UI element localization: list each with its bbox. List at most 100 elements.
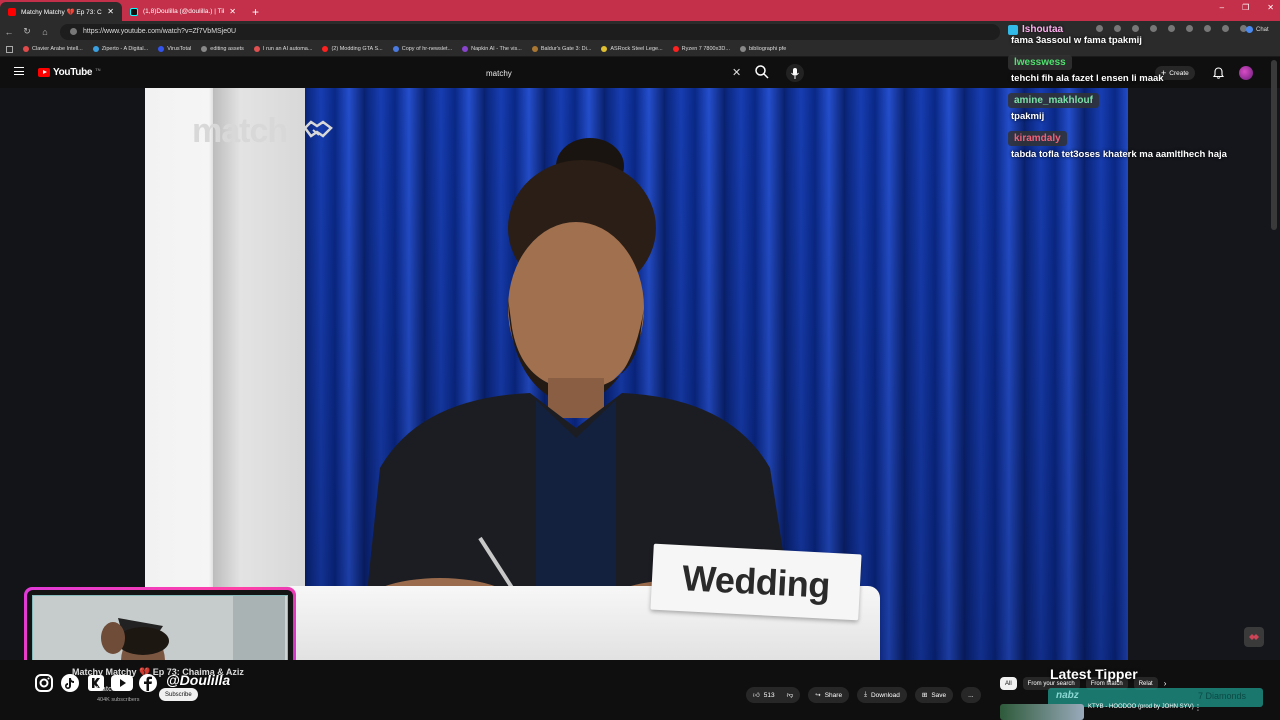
bookmark-item[interactable]: editing assets <box>201 46 244 52</box>
site-info-icon[interactable] <box>70 28 77 35</box>
bookmark-favicon-icon <box>201 46 208 52</box>
subscribe-button[interactable]: Subscribe <box>159 688 198 701</box>
bookmark-label: Baldur's Gate 3: Di... <box>540 46 592 52</box>
voice-search-button[interactable] <box>786 64 804 82</box>
bookmark-item[interactable]: (2) Modding GTA S... <box>322 46 383 52</box>
bookmark-favicon-icon <box>392 46 399 52</box>
more-actions-button[interactable]: ... <box>961 687 981 703</box>
bookmark-item[interactable]: Ryzen 7 7800x3D... <box>672 46 730 52</box>
name-card-text: Wedding <box>681 557 831 606</box>
bookmark-item[interactable]: ASRock Steel Lege... <box>601 46 663 52</box>
facebook-icon <box>137 672 159 694</box>
window-controls: – ❐ ✕ <box>1220 3 1274 12</box>
clear-search-icon[interactable]: ✕ <box>732 66 741 79</box>
chat-username: lwesswess <box>1008 55 1072 70</box>
download-button[interactable]: ⤓ Download <box>857 687 907 703</box>
youtube-favicon-icon <box>8 7 16 16</box>
name-card: Wedding <box>650 543 862 621</box>
close-tab-icon[interactable]: ✕ <box>229 7 236 16</box>
save-label: Save <box>931 691 947 699</box>
bookmark-item[interactable]: VirusTotal <box>158 46 191 52</box>
chat-button[interactable]: Chat <box>1246 26 1269 33</box>
bookmark-favicon-icon <box>462 46 469 52</box>
close-window-icon[interactable]: ✕ <box>1267 3 1274 12</box>
chat-text: fama 3assoul w fama tpakmij <box>1011 35 1142 46</box>
browser-tab-tiktok[interactable]: (1,8)Doulilla (@doulilla.) | TikTok ✕ <box>122 2 244 21</box>
dark-background <box>1128 88 1280 660</box>
bookmark-label: Clavier Arabe Intell... <box>32 46 83 52</box>
bookmark-item[interactable]: Clavier Arabe Intell... <box>23 46 83 52</box>
extension-icon[interactable] <box>1204 25 1211 32</box>
bookmark-favicon-icon <box>531 46 538 52</box>
search-input[interactable]: matchy <box>478 64 750 82</box>
bookmark-item[interactable]: Copy of hr-newslet... <box>392 46 453 52</box>
extension-icon[interactable] <box>1222 25 1229 32</box>
browser-tab-youtube[interactable]: Matchy Matchy 💔 Ep 73: Ch ✕ <box>0 2 122 21</box>
thumbs-up-icon: 👍︎ <box>753 692 760 699</box>
bookmark-label: Copy of hr-newslet... <box>401 46 453 52</box>
extension-icon[interactable] <box>1168 25 1175 32</box>
search-icon <box>755 65 769 79</box>
subscriber-count: 404K subscribers <box>97 697 140 703</box>
streamer-handle: @Doulilla <box>166 672 231 688</box>
extension-icon[interactable] <box>1096 25 1103 32</box>
bookmark-label: ASRock Steel Lege... <box>610 46 663 52</box>
chip-all[interactable]: All <box>1000 677 1017 690</box>
minimize-icon[interactable]: – <box>1220 3 1224 12</box>
handshake-small-icon <box>1249 634 1259 640</box>
extension-icon[interactable] <box>1114 25 1121 32</box>
youtube-logo[interactable]: YouTube TN <box>38 67 101 78</box>
apps-icon[interactable] <box>6 45 13 53</box>
bookmark-item[interactable]: I run an AI automa... <box>253 46 312 52</box>
close-tab-icon[interactable]: ✕ <box>107 7 114 16</box>
bookmark-favicon-icon <box>253 46 260 52</box>
bookmark-favicon-icon <box>601 46 608 52</box>
bookmark-label: Napkin AI - The vis... <box>471 46 522 52</box>
extension-icon[interactable] <box>1132 25 1139 32</box>
save-button[interactable]: ⊞ Save <box>914 687 954 703</box>
new-tab-button[interactable]: + <box>244 2 267 21</box>
extension-icon[interactable] <box>1186 25 1193 32</box>
bookmark-item[interactable]: Napkin AI - The vis... <box>462 46 522 52</box>
search-button[interactable] <box>754 64 770 80</box>
tab-title: Matchy Matchy 💔 Ep 73: Ch <box>21 8 103 16</box>
like-button[interactable]: 👍︎ 513 👎︎ <box>746 687 801 703</box>
handshake-icon <box>303 120 333 138</box>
chat-text: tehchi fih ala fazet l ensen li maak <box>1011 73 1164 84</box>
address-bar[interactable]: https://www.youtube.com/watch?v=Zf7VbMSj… <box>60 23 1000 40</box>
extension-icon[interactable] <box>1150 25 1157 32</box>
chat-message: amine_makhlouf tpakmij <box>1008 90 1270 122</box>
bookmark-favicon-icon <box>672 46 679 52</box>
channel-name[interactable]: Match <box>96 686 116 693</box>
chat-text: tabda tofla tet3oses khaterk ma aamltlhe… <box>1011 149 1227 160</box>
maximize-icon[interactable]: ❐ <box>1242 3 1249 12</box>
bookmark-favicon-icon <box>92 46 99 52</box>
reload-icon[interactable]: ↻ <box>18 26 36 37</box>
next-video-thumbnail[interactable] <box>1000 704 1084 720</box>
bookmark-item[interactable]: Ziperto - A Digital... <box>92 46 148 52</box>
bookmark-label: Ryzen 7 7800x3D... <box>681 46 730 52</box>
scrollbar[interactable] <box>1271 60 1277 230</box>
studio-wall-panel <box>213 88 305 660</box>
like-count: 513 <box>763 691 775 699</box>
next-video-title[interactable]: KTYB - HOODOO (prod by JOHN SYV) <box>1088 703 1196 711</box>
screen: Matchy Matchy 💔 Ep 73: Ch ✕ (1,8)Doulill… <box>0 0 1280 720</box>
chat-badge-icon <box>1008 24 1018 35</box>
home-icon[interactable]: ⌂ <box>36 27 54 37</box>
bookmark-label: bibliographi pfe <box>748 46 787 52</box>
browser-tab-strip: Matchy Matchy 💔 Ep 73: Ch ✕ (1,8)Doulill… <box>0 0 1280 21</box>
chat-top-user: Ishoutaa <box>1022 24 1064 35</box>
back-icon[interactable]: ← <box>0 27 18 37</box>
url-text: https://www.youtube.com/watch?v=Zf7VbMSj… <box>83 28 237 35</box>
stream-widget-icon <box>1244 627 1264 647</box>
menu-icon[interactable] <box>14 67 24 75</box>
download-label: Download <box>870 691 900 699</box>
dislike-icon[interactable]: 👎︎ <box>787 691 794 699</box>
next-video-menu-icon[interactable]: ⋮ <box>1194 703 1202 712</box>
bookmark-item[interactable]: bibliographi pfe <box>739 46 787 52</box>
chevron-right-icon[interactable]: › <box>1164 679 1167 688</box>
share-button[interactable]: ↪ Share <box>808 687 850 703</box>
search-query: matchy <box>486 68 512 78</box>
video-player[interactable]: match Wedding <box>0 88 1280 660</box>
bookmark-item[interactable]: Baldur's Gate 3: Di... <box>531 46 592 52</box>
